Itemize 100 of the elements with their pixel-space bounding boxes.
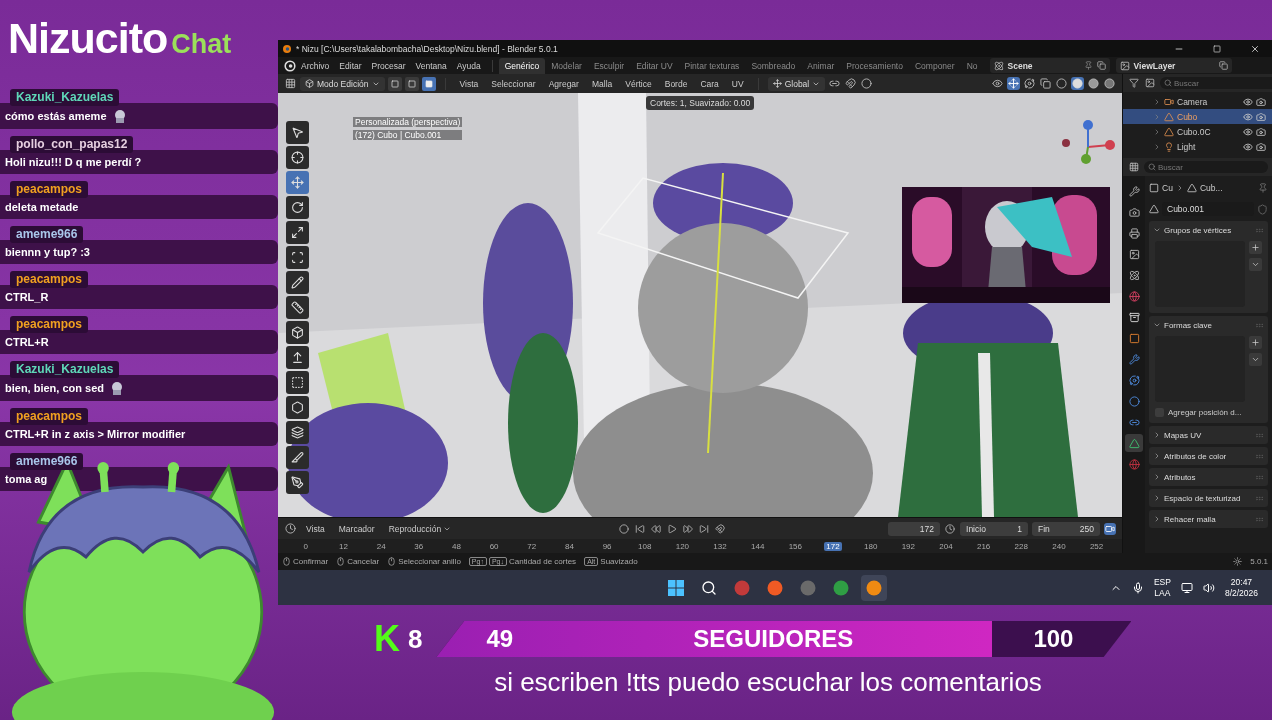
visibility-button[interactable] (991, 77, 1004, 90)
outliner-row[interactable]: Light (1123, 139, 1272, 154)
workspace-tab[interactable]: Pintar texturas (678, 57, 746, 74)
outliner-row[interactable]: Cubo.0C (1123, 124, 1272, 139)
outliner-row[interactable]: Cubo (1123, 109, 1272, 124)
panel-header[interactable]: Grupos de vértices (1149, 221, 1268, 239)
triangle-icon[interactable] (1149, 204, 1159, 214)
vertex-select-button[interactable] (387, 76, 402, 91)
workspace-tab[interactable]: Modelar (545, 57, 588, 74)
panel-header[interactable]: Espacio de texturizad (1149, 489, 1268, 507)
panel-header[interactable]: Formas clave (1149, 316, 1268, 334)
menu-item[interactable]: Vértice (620, 76, 657, 91)
add-button[interactable] (1249, 336, 1262, 349)
search-field[interactable]: Buscar (1144, 161, 1268, 173)
menu-item[interactable]: Reproducción (383, 521, 457, 536)
mesh-name-field[interactable]: Cubo.001 (1162, 202, 1254, 216)
dropdown-button[interactable] (1249, 353, 1262, 366)
menu-item[interactable]: UV (726, 76, 749, 91)
editor-type-button[interactable] (284, 522, 297, 535)
camera-icon[interactable] (1256, 141, 1266, 152)
proportional-button[interactable] (860, 77, 874, 90)
face-select-button[interactable] (421, 76, 436, 91)
menu-item[interactable]: Procesar (366, 58, 411, 73)
menu-item[interactable]: Vista (301, 521, 330, 536)
workspace-tab[interactable]: Editar UV (630, 57, 679, 74)
display-mode-button[interactable] (1144, 77, 1156, 89)
workspace-tab[interactable]: Sombreado (745, 57, 802, 74)
copy-icon[interactable] (1218, 61, 1228, 70)
menu-item[interactable]: Editar (334, 58, 367, 73)
eye-icon[interactable] (1243, 111, 1253, 122)
preview-range-button[interactable] (944, 522, 956, 535)
app-logo-icon[interactable] (284, 59, 296, 72)
play-button[interactable] (666, 522, 679, 535)
jump-start-button[interactable] (634, 522, 647, 535)
view-layer-selector[interactable]: ViewLayer (1115, 58, 1232, 73)
menu-item[interactable]: Ayuda (451, 58, 486, 73)
camera-icon[interactable] (1256, 96, 1266, 107)
workspace-tab[interactable]: Genérico (498, 57, 546, 74)
monitor-icon[interactable] (1180, 581, 1193, 594)
editor-type-button[interactable] (1128, 161, 1140, 173)
menu-item[interactable]: Agregar (543, 76, 584, 91)
panel-header[interactable]: Mapas UV (1149, 426, 1268, 444)
camera-icon[interactable] (1256, 111, 1266, 122)
eye-icon[interactable] (1243, 141, 1253, 152)
mic-icon[interactable] (1131, 581, 1144, 594)
menu-item[interactable]: Malla (586, 76, 618, 91)
panel-header[interactable]: Atributos (1149, 468, 1268, 486)
orientation-dropdown[interactable]: Global (767, 76, 826, 91)
eye-icon[interactable] (1243, 126, 1253, 137)
pin-icon[interactable] (1083, 61, 1093, 70)
snap-button[interactable] (844, 77, 858, 90)
taskbar-button[interactable] (861, 574, 887, 601)
breadcrumb-item[interactable]: Cu (1162, 183, 1173, 193)
gizmo-button[interactable] (1007, 77, 1020, 90)
shading-button[interactable] (1103, 77, 1116, 90)
fast-forward-button[interactable] (682, 522, 695, 535)
menu-item[interactable]: Vista (454, 76, 484, 91)
copy-icon[interactable] (1096, 61, 1106, 70)
menu-item[interactable]: Archivo (296, 58, 335, 73)
workspace-tab[interactable]: No (960, 57, 984, 74)
camera-button[interactable] (1104, 522, 1116, 535)
xray-button[interactable] (1039, 77, 1052, 90)
mode-dropdown[interactable]: Modo Edición (300, 76, 385, 91)
frame-marker[interactable]: 172 (824, 541, 842, 551)
shading-button[interactable] (1055, 77, 1068, 90)
start-frame-field[interactable]: Inicio 1 (960, 521, 1028, 536)
menu-item[interactable]: Marcador (333, 521, 380, 536)
volume-icon[interactable] (1202, 581, 1215, 594)
menu-item[interactable]: Cara (695, 76, 724, 91)
rewind-button[interactable] (650, 522, 663, 535)
record-button[interactable] (618, 522, 631, 535)
shading-button[interactable] (1087, 77, 1100, 90)
dropdown-button[interactable] (1249, 258, 1262, 271)
end-frame-field[interactable]: Fin 250 (1032, 521, 1100, 536)
overlay-button[interactable] (1023, 77, 1036, 90)
language-indicator[interactable]: ESP LAA (1153, 576, 1171, 599)
clock[interactable]: 20:47 8/2/2026 (1224, 576, 1258, 599)
workspace-tab[interactable]: Esculpir (587, 57, 631, 74)
panel-header[interactable]: Atributos de color (1149, 447, 1268, 465)
search-field[interactable]: Buscar (1160, 77, 1272, 89)
eye-icon[interactable] (1243, 96, 1253, 107)
workspace-tab[interactable]: Animar (801, 57, 841, 74)
filter-button[interactable] (1128, 77, 1140, 89)
menu-item[interactable]: Seleccionar (486, 76, 541, 91)
menu-item[interactable]: Ventana (410, 58, 452, 73)
camera-icon[interactable] (1256, 126, 1266, 137)
breadcrumb-item[interactable]: Cub... (1199, 183, 1223, 193)
add-button[interactable] (1249, 241, 1262, 254)
outliner-row[interactable]: Camera (1123, 94, 1272, 109)
panel-header[interactable]: Rehacer malla (1149, 510, 1268, 528)
properties-tab[interactable] (1125, 434, 1143, 452)
pin-icon[interactable] (1258, 183, 1268, 193)
jump-end-button[interactable] (698, 522, 711, 535)
workspace-tab[interactable]: Componer (908, 57, 961, 74)
scene-selector[interactable]: Scene (989, 58, 1110, 73)
editor-type-button[interactable] (284, 77, 297, 90)
snap-button[interactable] (714, 522, 727, 535)
current-frame-field[interactable]: 172 (888, 521, 940, 536)
edge-select-button[interactable] (404, 76, 419, 91)
workspace-tab[interactable]: Procesamiento (840, 57, 909, 74)
